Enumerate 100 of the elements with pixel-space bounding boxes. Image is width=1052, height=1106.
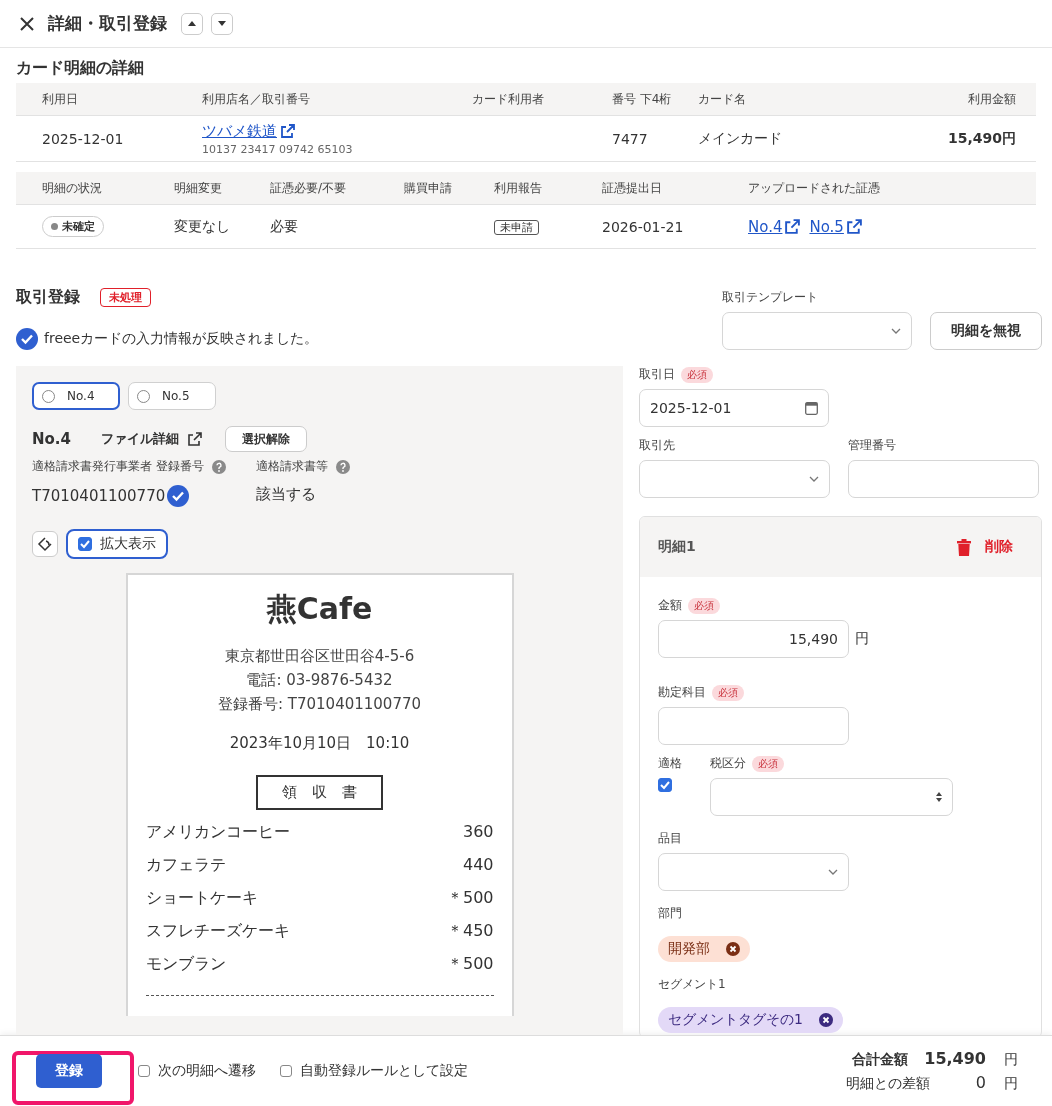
receipt-price: ＊500 <box>446 954 494 975</box>
receipt-text: 登録番号: T7010401100770 <box>216 694 423 715</box>
option-checkbox[interactable]: 次の明細へ遷移 <box>138 1062 256 1080</box>
zoom-toggle[interactable]: 拡大表示 <box>66 529 168 559</box>
receipt-price: ＊450 <box>446 921 494 942</box>
column-header: 証憑必要/不要 <box>270 179 348 197</box>
help-icon[interactable] <box>211 459 226 474</box>
chevron-down-icon <box>809 476 819 482</box>
receipt-date: 2023年10月10日 10:10 <box>228 734 411 753</box>
department-tag: 開発部 <box>658 936 750 962</box>
remove-icon[interactable] <box>726 942 740 956</box>
close-icon[interactable] <box>18 14 36 33</box>
previous-button[interactable] <box>181 12 203 35</box>
checkbox[interactable] <box>78 537 92 551</box>
management-number-field[interactable] <box>848 460 1039 498</box>
chevron-down-icon <box>891 328 901 334</box>
field-label: 管理番号 <box>848 437 897 454</box>
column-header: 利用店名／取引番号 <box>202 90 311 108</box>
evidence-option[interactable]: No.5 <box>128 382 216 410</box>
unit-label: 円 <box>1003 1075 1018 1093</box>
required-badge: 必須 <box>688 597 720 614</box>
status-badge: 未処理 <box>100 288 151 307</box>
rotate-button[interactable] <box>32 531 58 557</box>
table-cell-text: 変更なし <box>174 217 231 236</box>
receipt-item: ショートケーキ <box>145 888 258 909</box>
rotate-icon <box>37 536 53 552</box>
difference-label: 明細との差額 <box>846 1075 930 1093</box>
receipt-item: スフレチーズケーキ <box>145 921 290 942</box>
sort-arrows-icon <box>936 792 942 802</box>
unit-label: 円 <box>1003 1051 1018 1069</box>
column-header: 利用報告 <box>494 179 543 197</box>
segment-tag: セグメントタグその1 <box>658 1007 843 1033</box>
table-cell-text: 必要 <box>270 217 299 236</box>
external-link-icon[interactable] <box>280 123 296 139</box>
field-label: 取引日 <box>639 366 675 383</box>
column-header: 番号 下4桁 <box>612 90 673 108</box>
shop-name: 燕Cafe <box>265 590 374 628</box>
table-cell-text: 2025-12-01 <box>42 130 125 147</box>
column-header: 利用金額 <box>967 90 1016 108</box>
field-label: 部門 <box>658 905 683 922</box>
column-header: 明細の状況 <box>42 179 103 197</box>
delete-button[interactable]: 削除 <box>957 538 1013 556</box>
required-badge: 必須 <box>681 366 713 383</box>
clear-selection-button[interactable]: 選択解除 <box>225 426 307 452</box>
required-badge: 必須 <box>752 755 784 772</box>
receipt-title: 領 収 書 <box>256 775 383 810</box>
column-header: アップロードされた証憑 <box>748 179 881 197</box>
total-label: 合計金額 <box>852 1051 909 1069</box>
table-cell-text: メインカード <box>698 129 783 148</box>
unit-label: 円 <box>855 630 869 648</box>
receipt-item: カフェラテ <box>145 855 226 876</box>
field-label: 勘定科目 <box>658 684 706 701</box>
field-value: 該当する <box>256 485 316 504</box>
total-amount: 15,490 <box>924 1049 986 1068</box>
checkbox[interactable] <box>658 778 672 792</box>
receipt-item: アメリカンコーヒー <box>145 822 290 843</box>
receipt-price: ＊500 <box>446 888 494 909</box>
evidence-option[interactable]: No.4 <box>32 382 120 410</box>
date-field[interactable]: 2025-12-01 <box>639 389 829 427</box>
field-label: 品目 <box>658 830 683 847</box>
report-badge: 未申請 <box>494 220 539 235</box>
help-icon[interactable] <box>336 459 350 474</box>
notice-text: freeeカードの入力情報が反映されました。 <box>44 330 319 348</box>
field-label: 適格 <box>658 755 683 772</box>
required-badge: 必須 <box>712 684 744 701</box>
field-label: 税区分 <box>710 755 746 772</box>
field-value: T7010401100770 <box>32 487 166 505</box>
remove-icon[interactable] <box>818 1013 833 1027</box>
column-header: 購買申請 <box>404 179 453 197</box>
register-button[interactable]: 登録 <box>36 1054 102 1088</box>
option-checkbox[interactable]: 自動登録ルールとして設定 <box>280 1062 468 1080</box>
amount-field[interactable]: 15,490 <box>658 620 849 658</box>
external-link-icon[interactable] <box>784 218 802 235</box>
caret-down-icon <box>218 21 226 26</box>
ignore-button[interactable]: 明細を無視 <box>930 312 1042 350</box>
receipt-text: 東京都世田谷区世田谷4-5-6 <box>223 646 416 667</box>
calendar-icon <box>805 401 818 415</box>
receipt-price: 360 <box>462 822 494 843</box>
account-field[interactable] <box>658 707 849 745</box>
check-circle-icon <box>16 328 38 350</box>
evidence-link[interactable]: No.5 <box>809 217 844 236</box>
field-label: 適格請求書発行事業者 登録番号 <box>32 458 204 475</box>
receipt-text: 電話: 03-9876-5432 <box>245 670 394 691</box>
column-header: 明細変更 <box>174 179 223 197</box>
evidence-link[interactable]: No.4 <box>748 217 783 236</box>
external-link-icon[interactable] <box>187 431 203 447</box>
caret-up-icon <box>188 21 196 26</box>
section-title: カード明細の詳細 <box>16 58 145 79</box>
next-button[interactable] <box>211 12 233 35</box>
table-cell-text: 7477 <box>612 130 649 147</box>
table-cell-text: 15,490円 <box>946 129 1016 148</box>
merchant-link[interactable]: ツバメ鉄道 <box>202 121 277 141</box>
difference-amount: 0 <box>974 1073 986 1092</box>
external-link-icon[interactable] <box>845 218 863 235</box>
field-label: 取引テンプレート <box>722 289 819 306</box>
file-detail-link[interactable]: ファイル詳細 <box>101 430 179 448</box>
section-title: 取引登録 <box>16 287 80 308</box>
field-label: 金額 <box>658 597 682 614</box>
evidence-number: No.4 <box>32 430 71 448</box>
card-title: 明細1 <box>658 538 696 556</box>
